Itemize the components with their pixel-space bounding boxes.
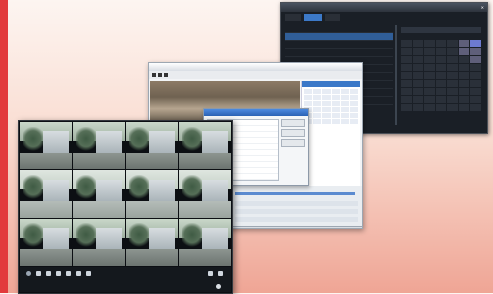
camera-tile[interactable] (126, 122, 178, 170)
camera-grid[interactable] (20, 122, 231, 266)
dialog-button[interactable] (281, 119, 305, 127)
calendar-header (401, 27, 481, 33)
timeline-progress[interactable] (235, 192, 355, 195)
dialog-titlebar[interactable] (204, 109, 308, 116)
timeline-row (235, 201, 358, 206)
volume-icon[interactable] (218, 271, 223, 276)
side-panel-grid[interactable] (302, 87, 360, 126)
camera-tile[interactable] (179, 218, 231, 266)
list-item[interactable] (285, 49, 393, 57)
camera-tile[interactable] (73, 122, 125, 170)
dialog-button[interactable] (281, 139, 305, 147)
list-item[interactable] (285, 41, 393, 49)
camera-tile[interactable] (179, 170, 231, 218)
list-item[interactable] (285, 25, 393, 33)
camera-multiview-window[interactable] (18, 120, 233, 294)
close-icon[interactable]: ✕ (481, 3, 484, 12)
status-indicator (216, 284, 221, 289)
record-icon[interactable] (164, 73, 168, 77)
stop-icon[interactable] (158, 73, 162, 77)
camera-tile[interactable] (20, 170, 72, 218)
layout-icon[interactable] (66, 271, 71, 276)
calendar-window-titlebar[interactable]: ✕ (281, 3, 487, 12)
accent-bar (0, 0, 8, 293)
camera-tile[interactable] (126, 218, 178, 266)
play-icon[interactable] (152, 73, 156, 77)
calendar[interactable] (401, 27, 481, 111)
record-icon[interactable] (26, 271, 31, 276)
play-icon[interactable] (46, 271, 51, 276)
camera-tile[interactable] (20, 218, 72, 266)
timeline-row (235, 217, 358, 222)
calendar-tabs (281, 12, 487, 23)
camera-tile[interactable] (179, 122, 231, 170)
camera-tile[interactable] (20, 122, 72, 170)
player-toolbar (149, 71, 362, 79)
camera-tile[interactable] (126, 170, 178, 218)
layout-icon[interactable] (76, 271, 81, 276)
settings-icon[interactable] (208, 271, 213, 276)
camera-control-right (208, 271, 223, 276)
grid-icon[interactable] (36, 271, 41, 276)
scrollbar[interactable] (395, 25, 397, 125)
tab-1[interactable] (285, 14, 301, 21)
camera-tile[interactable] (73, 218, 125, 266)
timeline-row (235, 209, 358, 214)
camera-control-bar (20, 267, 231, 292)
dialog-buttons (281, 119, 305, 149)
camera-control-buttons (26, 271, 91, 276)
list-item[interactable] (285, 33, 393, 41)
playback-timeline[interactable] (230, 186, 363, 227)
stop-icon[interactable] (56, 271, 61, 276)
tab-3[interactable] (324, 14, 341, 21)
layout-icon[interactable] (86, 271, 91, 276)
dialog-button[interactable] (281, 129, 305, 137)
player-titlebar[interactable] (149, 63, 362, 71)
calendar-grid[interactable] (401, 34, 481, 111)
camera-tile[interactable] (73, 170, 125, 218)
tab-2[interactable] (303, 14, 322, 21)
